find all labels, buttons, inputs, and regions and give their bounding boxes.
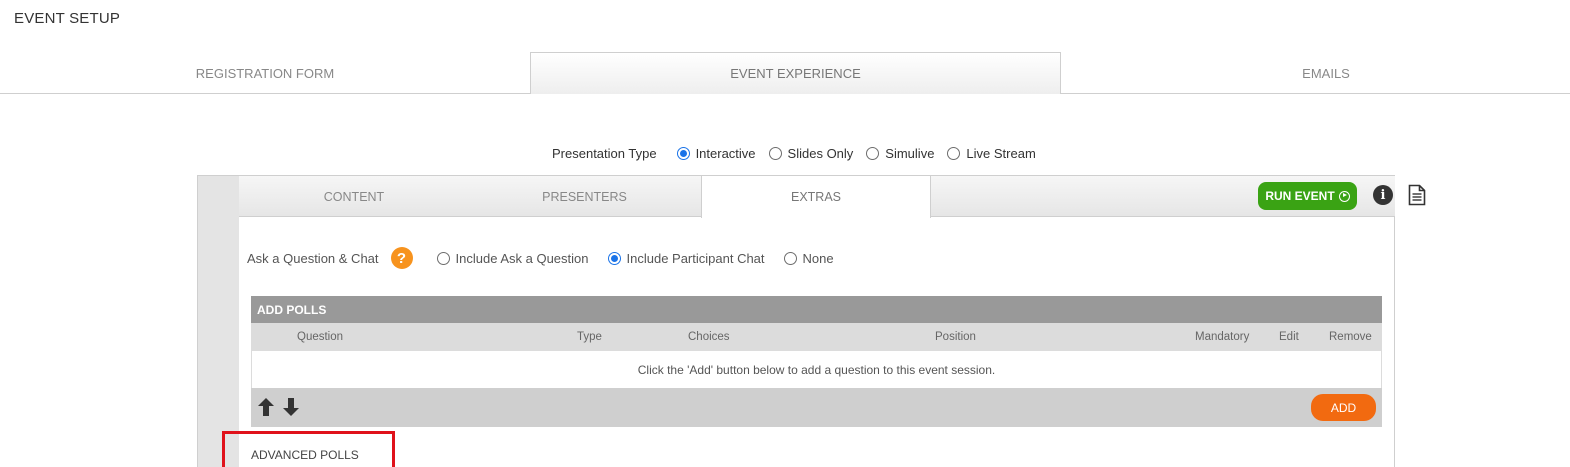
radio-label: Interactive	[695, 146, 756, 161]
panel-side-strip	[198, 176, 239, 467]
tab-event-experience[interactable]: EVENT EXPERIENCE	[530, 52, 1061, 94]
run-event-button[interactable]: RUN EVENT	[1258, 182, 1357, 210]
info-icon[interactable]: i	[1373, 185, 1393, 205]
radio-button-selected[interactable]	[676, 147, 690, 160]
polls-footer: ADD	[251, 388, 1382, 427]
run-event-label: RUN EVENT	[1265, 189, 1335, 203]
arrow-down-icon[interactable]	[282, 396, 300, 418]
column-header-type: Type	[577, 331, 602, 343]
page-title: EVENT SETUP	[14, 10, 121, 27]
column-header-edit: Edit	[1279, 331, 1299, 343]
radio-button[interactable]	[436, 251, 450, 265]
radio-label: Slides Only	[787, 146, 854, 161]
tab-registration-form[interactable]: REGISTRATION FORM	[0, 52, 530, 94]
main-tabs: REGISTRATION FORM EVENT EXPERIENCE EMAIL…	[0, 52, 1570, 94]
polls-empty-message: Click the 'Add' button below to add a qu…	[251, 351, 1382, 388]
radio-button[interactable]	[866, 147, 880, 160]
radio-label: Simulive	[885, 146, 935, 161]
polls-header: ADD POLLS	[251, 296, 1382, 323]
radio-label: None	[802, 250, 834, 266]
radio-none[interactable]: None	[783, 250, 834, 266]
add-poll-button[interactable]: ADD	[1311, 394, 1376, 421]
radio-include-ask-question[interactable]: Include Ask a Question	[436, 250, 589, 266]
advanced-polls-section[interactable]: ADVANCED POLLS	[222, 431, 395, 467]
radio-button[interactable]	[783, 251, 797, 265]
column-header-position: Position	[935, 331, 976, 343]
radio-interactive[interactable]: Interactive	[676, 146, 756, 161]
column-header-mandatory: Mandatory	[1195, 331, 1250, 343]
column-header-remove: Remove	[1329, 331, 1372, 343]
radio-button-selected[interactable]	[607, 251, 621, 265]
tab-content[interactable]: CONTENT	[239, 176, 469, 217]
polls-table: ADD POLLS Question Type Choices Position…	[251, 296, 1382, 427]
radio-button[interactable]	[947, 147, 961, 160]
column-header-choices: Choices	[688, 331, 730, 343]
radio-label: Include Participant Chat	[626, 250, 765, 266]
tab-presenters[interactable]: PRESENTERS	[469, 176, 700, 217]
ask-question-chat-row: Ask a Question & Chat ? Include Ask a Qu…	[247, 247, 853, 269]
extras-panel: CONTENT PRESENTERS EXTRAS RUN EVENT i As…	[197, 175, 1426, 467]
column-header-question: Question	[297, 331, 344, 343]
radio-include-participant-chat[interactable]: Include Participant Chat	[607, 250, 765, 266]
help-icon[interactable]: ?	[390, 247, 413, 269]
radio-simulive[interactable]: Simulive	[866, 146, 934, 161]
sub-tabs: CONTENT PRESENTERS EXTRAS RUN EVENT i	[239, 176, 1426, 218]
advanced-polls-label: ADVANCED POLLS	[251, 448, 359, 462]
ask-question-chat-label: Ask a Question & Chat	[247, 250, 379, 266]
radio-live-stream[interactable]: Live Stream	[947, 146, 1036, 161]
presentation-type-row: Presentation Type Interactive Slides Onl…	[552, 146, 1049, 161]
radio-slides-only[interactable]: Slides Only	[768, 146, 854, 161]
presentation-type-label: Presentation Type	[552, 146, 657, 161]
radio-label: Live Stream	[966, 146, 1036, 161]
tab-emails[interactable]: EMAILS	[1061, 52, 1570, 94]
tab-extras[interactable]: EXTRAS	[701, 176, 931, 218]
polls-column-headers: Question Type Choices Position Mandatory…	[251, 323, 1382, 351]
document-icon[interactable]	[1408, 184, 1426, 206]
arrow-up-icon[interactable]	[257, 396, 275, 418]
radio-label: Include Ask a Question	[455, 250, 589, 266]
radio-button[interactable]	[768, 147, 782, 160]
play-circle-icon	[1338, 190, 1350, 202]
